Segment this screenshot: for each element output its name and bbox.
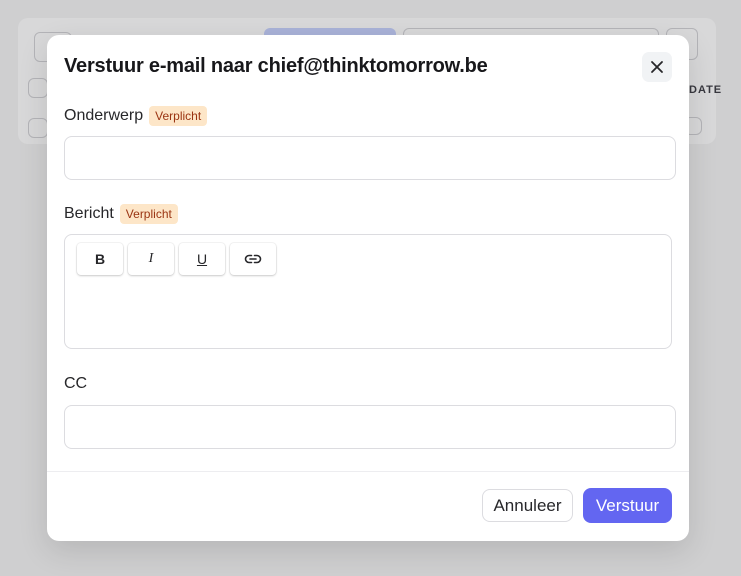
subject-label-row: Onderwerp Verplicht <box>64 106 208 126</box>
send-button[interactable]: Verstuur <box>583 488 672 523</box>
underline-button[interactable]: U <box>179 243 225 275</box>
subject-label: Onderwerp <box>64 107 144 124</box>
message-text-area[interactable] <box>75 283 661 340</box>
required-badge: Verplicht <box>119 204 178 224</box>
footer-divider <box>47 471 689 472</box>
bold-button[interactable]: B <box>77 243 123 275</box>
message-label: Bericht <box>64 205 114 222</box>
message-editor: B I U <box>64 234 672 349</box>
link-icon <box>244 254 262 264</box>
required-badge: Verplicht <box>149 106 208 126</box>
cc-label-row: CC <box>64 375 87 393</box>
send-email-modal: Verstuur e-mail naar chief@thinktomorrow… <box>47 35 689 541</box>
cc-input[interactable] <box>64 405 676 449</box>
message-label-row: Bericht Verplicht <box>64 204 178 224</box>
italic-button[interactable]: I <box>128 243 174 275</box>
close-button[interactable] <box>642 52 672 82</box>
subject-input[interactable] <box>64 136 676 180</box>
link-button[interactable] <box>230 243 276 275</box>
modal-title: Verstuur e-mail naar chief@thinktomorrow… <box>64 55 488 77</box>
cc-label: CC <box>64 375 88 392</box>
cancel-button[interactable]: Annuleer <box>482 489 573 522</box>
close-icon <box>651 61 663 73</box>
